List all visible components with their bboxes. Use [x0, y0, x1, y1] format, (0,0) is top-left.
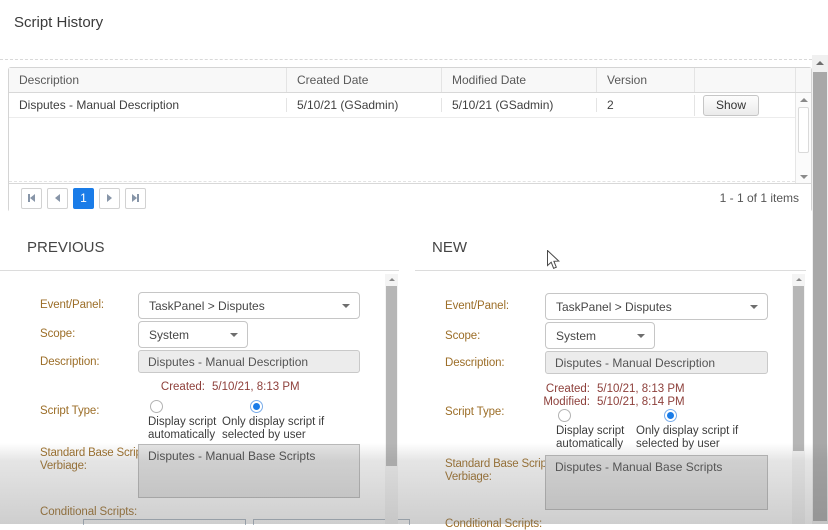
- page-title: Script History: [14, 14, 103, 31]
- panel-title-new: NEW: [432, 239, 467, 256]
- conditional-scripts-label: Conditional Scripts:: [40, 506, 137, 518]
- header-scrollbar-spacer: [795, 68, 811, 92]
- cell-description: Disputes - Manual Description: [9, 98, 286, 112]
- cutoff-input: [83, 519, 246, 525]
- panel-divider: [0, 270, 399, 271]
- next-page-icon: [107, 194, 112, 202]
- created-value: 5/10/21, 8:13 PM: [212, 381, 300, 393]
- new-panel-scrollbar[interactable]: [792, 274, 805, 524]
- last-page-icon: [132, 194, 139, 202]
- scope-label: Scope:: [445, 330, 480, 342]
- mouse-cursor-icon: [546, 250, 561, 271]
- script-type-label: Script Type:: [40, 405, 99, 417]
- script-type-label: Script Type:: [445, 406, 504, 418]
- column-header-actions: [694, 68, 795, 92]
- verbiage-label: Standard Base Script Verbiage:: [445, 458, 551, 484]
- scope-value: System: [556, 329, 596, 343]
- panel-scroll-thumb[interactable]: [793, 286, 804, 451]
- verbiage-label: Standard Base Script Verbiage:: [40, 447, 146, 473]
- previous-panel-scrollbar[interactable]: [385, 274, 398, 524]
- pager-next-button[interactable]: [99, 188, 120, 209]
- event-panel-value: TaskPanel > Disputes: [149, 299, 265, 313]
- radio-only-if-selected[interactable]: [250, 400, 263, 413]
- created-label: Created:: [120, 381, 205, 393]
- page-scrollbar[interactable]: [812, 55, 828, 524]
- description-input[interactable]: Disputes - Manual Description: [545, 351, 768, 374]
- table-scroll-thumb[interactable]: [798, 107, 809, 153]
- verbiage-textarea[interactable]: Disputes - Manual Base Scripts: [138, 444, 360, 498]
- chevron-down-icon: [230, 333, 238, 337]
- radio-display-automatically[interactable]: [150, 400, 163, 413]
- event-panel-dropdown[interactable]: TaskPanel > Disputes: [545, 293, 768, 320]
- description-label: Description:: [40, 356, 100, 368]
- chevron-down-icon: [637, 334, 645, 338]
- top-divider: [0, 59, 812, 60]
- pager-last-button[interactable]: [125, 188, 146, 209]
- panel-scroll-thumb[interactable]: [386, 286, 397, 466]
- pager-summary: 1 - 1 of 1 items: [720, 191, 799, 205]
- scroll-up-icon[interactable]: [385, 274, 398, 284]
- column-header-description[interactable]: Description: [9, 68, 286, 92]
- radio-option-only-if-selected: Only display script if selected by user: [636, 409, 756, 451]
- show-button[interactable]: Show: [703, 95, 759, 116]
- panel-title-previous: PREVIOUS: [27, 239, 105, 256]
- pager-prev-button[interactable]: [47, 188, 68, 209]
- radio-display-automatically[interactable]: [558, 409, 571, 422]
- radio-label: Only display script if selected by user: [636, 425, 756, 451]
- scope-dropdown[interactable]: System: [545, 322, 655, 349]
- radio-option-display-automatically: Display script automatically: [148, 400, 230, 442]
- column-header-created-date[interactable]: Created Date: [286, 68, 441, 92]
- modified-value: 5/10/21, 8:14 PM: [597, 396, 685, 408]
- cell-actions: Show: [694, 95, 797, 116]
- page-scroll-thumb[interactable]: [813, 72, 827, 521]
- description-input[interactable]: Disputes - Manual Description: [138, 350, 360, 373]
- column-header-modified-date[interactable]: Modified Date: [441, 68, 596, 92]
- event-panel-value: TaskPanel > Disputes: [556, 300, 672, 314]
- chevron-down-icon: [342, 304, 350, 308]
- pager-page-1-button[interactable]: 1: [73, 188, 94, 209]
- cell-modified-date: 5/10/21 (GSadmin): [441, 98, 596, 112]
- created-row: Created: 5/10/21, 8:13 PM: [120, 381, 300, 393]
- first-page-icon: [28, 194, 35, 202]
- pager-first-button[interactable]: [21, 188, 42, 209]
- cell-version: 2: [596, 98, 694, 112]
- radio-label: Display script automatically: [556, 425, 638, 451]
- scroll-down-icon[interactable]: [796, 170, 811, 183]
- table-header-row: Description Created Date Modified Date V…: [9, 68, 811, 93]
- event-panel-label: Event/Panel:: [445, 300, 509, 312]
- table-row[interactable]: Disputes - Manual Description 5/10/21 (G…: [9, 93, 797, 118]
- radio-option-display-automatically: Display script automatically: [556, 409, 638, 451]
- description-label: Description:: [445, 357, 505, 369]
- radio-label: Only display script if selected by user: [222, 416, 342, 442]
- event-panel-dropdown[interactable]: TaskPanel > Disputes: [138, 292, 360, 319]
- chevron-down-icon: [750, 305, 758, 309]
- radio-only-if-selected[interactable]: [664, 409, 677, 422]
- created-row: Created: 5/10/21, 8:13 PM: [505, 383, 685, 395]
- scope-dropdown[interactable]: System: [138, 321, 248, 348]
- cell-created-date: 5/10/21 (GSadmin): [286, 98, 441, 112]
- scroll-up-icon[interactable]: [812, 55, 828, 71]
- table-scrollbar[interactable]: [795, 93, 811, 183]
- radio-option-only-if-selected: Only display script if selected by user: [222, 400, 342, 442]
- scroll-up-icon[interactable]: [792, 274, 805, 284]
- scope-label: Scope:: [40, 328, 75, 340]
- prev-page-icon: [55, 194, 60, 202]
- created-value: 5/10/21, 8:13 PM: [597, 383, 685, 395]
- column-header-version[interactable]: Version: [596, 68, 694, 92]
- event-panel-label: Event/Panel:: [40, 299, 104, 311]
- script-history-table: Description Created Date Modified Date V…: [8, 67, 812, 212]
- pager: 1 1 - 1 of 1 items: [9, 183, 811, 212]
- modified-label: Modified:: [505, 396, 590, 408]
- panel-divider: [415, 270, 806, 271]
- scope-value: System: [149, 328, 189, 342]
- table-body: Disputes - Manual Description 5/10/21 (G…: [9, 93, 811, 183]
- verbiage-textarea[interactable]: Disputes - Manual Base Scripts: [545, 455, 768, 510]
- created-label: Created:: [505, 383, 590, 395]
- scroll-up-icon[interactable]: [796, 93, 811, 106]
- conditional-scripts-label: Conditional Scripts:: [445, 518, 542, 530]
- radio-label: Display script automatically: [148, 416, 230, 442]
- modified-row: Modified: 5/10/21, 8:14 PM: [505, 396, 685, 408]
